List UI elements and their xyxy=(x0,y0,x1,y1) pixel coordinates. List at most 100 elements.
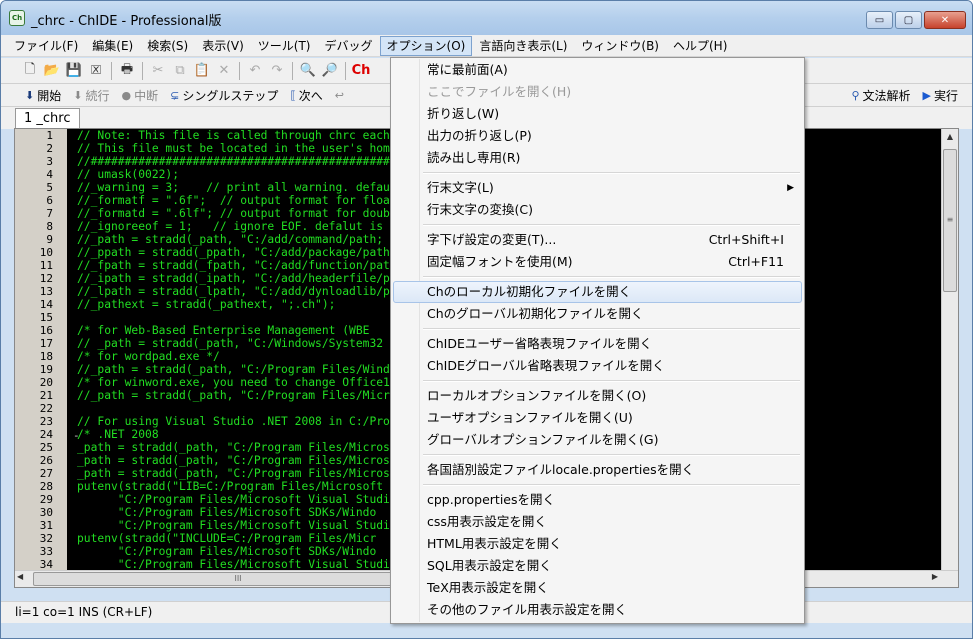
scroll-left-arrow-icon[interactable]: ◀ xyxy=(17,572,23,581)
line-number: 4 xyxy=(46,168,53,181)
options-menu-item[interactable]: 字下げ設定の変更(T)... Ctrl+Shift+I xyxy=(393,229,802,251)
options-menu-item[interactable]: 読み出し専用(R) xyxy=(393,147,802,169)
options-menu-item[interactable]: 出力の折り返し(P) xyxy=(393,125,802,147)
minimize-button[interactable]: ▭ xyxy=(866,11,893,29)
find-icon[interactable]: 🔍 xyxy=(297,60,319,82)
options-menu-item-label: ChIDEユーザー省略表現ファイルを開く xyxy=(427,336,653,351)
options-menu-item[interactable]: 折り返し(W) xyxy=(393,103,802,125)
menu-3[interactable]: 表示(V) xyxy=(195,36,251,56)
menu-1[interactable]: 編集(E) xyxy=(85,36,140,56)
options-menu-item-label: css用表示設定を開く xyxy=(427,514,547,529)
next-button[interactable]: ⟦ 次へ xyxy=(284,85,328,105)
menu-6[interactable]: オプション(O) xyxy=(379,35,473,56)
status-text: li=1 co=1 INS (CR+LF) xyxy=(15,605,153,619)
title-bar[interactable]: Ch _chrc - ChIDE - Professional版 ▭ ▢ ✕ xyxy=(1,1,972,35)
maximize-button[interactable]: ▢ xyxy=(895,11,922,29)
ch-logo-icon[interactable]: Ch xyxy=(350,60,372,82)
options-menu-item-label: SQL用表示設定を開く xyxy=(427,558,552,573)
options-menu-item[interactable]: 行末文字(L) ▶ xyxy=(393,177,802,199)
line-number: 6 xyxy=(46,194,53,207)
continue-button[interactable]: ⬇ 続行 xyxy=(67,85,115,105)
options-menu-item[interactable]: ユーザオプションファイルを開く(U) xyxy=(393,407,802,429)
syntax-icon: ⚲ xyxy=(851,88,860,102)
redo-icon[interactable]: ↷ xyxy=(266,60,288,82)
line-number: 23 xyxy=(39,415,53,428)
menu-9[interactable]: ヘルプ(H) xyxy=(666,36,734,56)
line-number: 5 xyxy=(46,181,53,194)
options-menu-item[interactable]: 行末文字の変換(C) xyxy=(393,199,802,221)
options-menu-item[interactable]: TeX用表示設定を開く xyxy=(393,577,802,599)
menu-4[interactable]: ツール(T) xyxy=(251,36,318,56)
vertical-scroll-thumb[interactable]: ≡ xyxy=(943,149,957,292)
toolbar-separator xyxy=(111,61,112,80)
cut-icon[interactable]: ✂ xyxy=(147,60,169,82)
tab-chrc[interactable]: 1 _chrc xyxy=(15,108,80,130)
syntax-check-button[interactable]: ⚲ 文法解析 xyxy=(845,85,916,105)
new-file-icon[interactable]: 🗋 xyxy=(19,60,41,82)
window-title: _chrc - ChIDE - Professional版 xyxy=(31,14,222,29)
start-label: 開始 xyxy=(37,88,62,103)
options-menu-item[interactable]: css用表示設定を開く xyxy=(393,511,802,533)
options-menu-item[interactable]: 固定幅フォントを使用(M) Ctrl+F11 xyxy=(393,251,802,273)
undo-icon[interactable]: ↶ xyxy=(244,60,266,82)
options-menu-item-label: 固定幅フォントを使用(M) xyxy=(427,254,573,269)
stop-circle-icon: ● xyxy=(121,88,132,102)
options-menu-item[interactable]: その他のファイル用表示設定を開く xyxy=(393,599,802,621)
line-number: 14 xyxy=(39,298,53,311)
options-dropdown-menu: 常に最前面(A) ここでファイルを開く(H) 折り返し(W) 出力の折り返し(P) 読み… xyxy=(390,57,805,624)
line-number: 33 xyxy=(39,545,53,558)
horizontal-scroll-thumb[interactable]: III xyxy=(33,572,443,586)
close-file-icon[interactable]: 🗵 xyxy=(85,60,107,82)
options-menu-item[interactable]: HTML用表示設定を開く xyxy=(393,533,802,555)
menu-0[interactable]: ファイル(F) xyxy=(7,36,85,56)
vertical-scrollbar[interactable]: ▲ ≡ xyxy=(941,129,958,571)
options-menu-item[interactable]: Chのローカル初期化ファイルを開く xyxy=(393,281,802,303)
options-menu-item[interactable]: ChIDEグローバル省略表現ファイルを開く xyxy=(393,355,802,377)
options-menu-item[interactable]: 各国語別設定ファイルlocale.propertiesを開く xyxy=(393,459,802,481)
open-folder-icon[interactable]: 📂 xyxy=(41,60,63,82)
app-window: Ch _chrc - ChIDE - Professional版 ▭ ▢ ✕ フ… xyxy=(0,0,973,639)
start-button[interactable]: ⬇ 開始 xyxy=(19,85,67,105)
options-menu-item[interactable]: Chのグローバル初期化ファイルを開く xyxy=(393,303,802,325)
run-button[interactable]: ▶ 実行 xyxy=(917,85,964,105)
line-number: 12 xyxy=(39,272,53,285)
menu-7[interactable]: 言語向き表示(L) xyxy=(472,36,574,56)
options-menu-item[interactable]: ここでファイルを開く(H) xyxy=(393,81,802,103)
find-replace-icon[interactable]: 🔎 xyxy=(319,60,341,82)
menu-bar: ファイル(F) 編集(E) 検索(S) 表示(V) ツール(T) デバッグ オプション(O)… xyxy=(1,35,972,57)
step-out-icon: ↩ xyxy=(334,88,345,102)
options-menu-item-label: 行末文字の変換(C) xyxy=(427,202,533,217)
scroll-up-arrow-icon[interactable]: ▲ xyxy=(942,129,958,145)
delete-icon[interactable]: ✕ xyxy=(213,60,235,82)
line-number: 28 xyxy=(39,480,53,493)
menu-2[interactable]: 検索(S) xyxy=(140,36,195,56)
line-number: 13 xyxy=(39,285,53,298)
menu-separator xyxy=(393,325,802,333)
options-menu-item[interactable]: ChIDEユーザー省略表現ファイルを開く xyxy=(393,333,802,355)
options-menu-item[interactable]: ローカルオプションファイルを開く(O) xyxy=(393,385,802,407)
line-number: 27 xyxy=(39,467,53,480)
options-menu-item-label: HTML用表示設定を開く xyxy=(427,536,562,551)
scroll-right-arrow-icon[interactable]: ▶ xyxy=(932,572,938,581)
step-out-button[interactable]: ↩ xyxy=(329,85,350,105)
single-step-button[interactable]: ⊊ シングルステップ xyxy=(164,85,284,105)
menu-8[interactable]: ウィンドウ(B) xyxy=(574,36,666,56)
options-menu-item-label: Chのグローバル初期化ファイルを開く xyxy=(427,306,644,321)
line-number: 3 xyxy=(46,155,53,168)
window-bottom-edge xyxy=(1,623,972,638)
paste-icon[interactable]: 📋 xyxy=(191,60,213,82)
close-button[interactable]: ✕ xyxy=(924,11,966,29)
options-menu-item[interactable]: SQL用表示設定を開く xyxy=(393,555,802,577)
options-menu-item[interactable]: グローバルオプションファイルを開く(G) xyxy=(393,429,802,451)
save-icon[interactable]: 💾 xyxy=(63,60,85,82)
menu-separator xyxy=(393,481,802,489)
copy-icon[interactable]: ⧉ xyxy=(169,60,191,82)
stop-button[interactable]: ● 中断 xyxy=(115,85,164,105)
options-menu-item-label: グローバルオプションファイルを開く(G) xyxy=(427,432,659,447)
line-number: 29 xyxy=(39,493,53,506)
print-icon[interactable]: 🖶 xyxy=(116,60,138,82)
options-menu-item[interactable]: cpp.propertiesを開く xyxy=(393,489,802,511)
menu-5[interactable]: デバッグ xyxy=(318,36,380,56)
line-number: 1 xyxy=(46,129,53,142)
options-menu-item[interactable]: 常に最前面(A) xyxy=(393,59,802,81)
